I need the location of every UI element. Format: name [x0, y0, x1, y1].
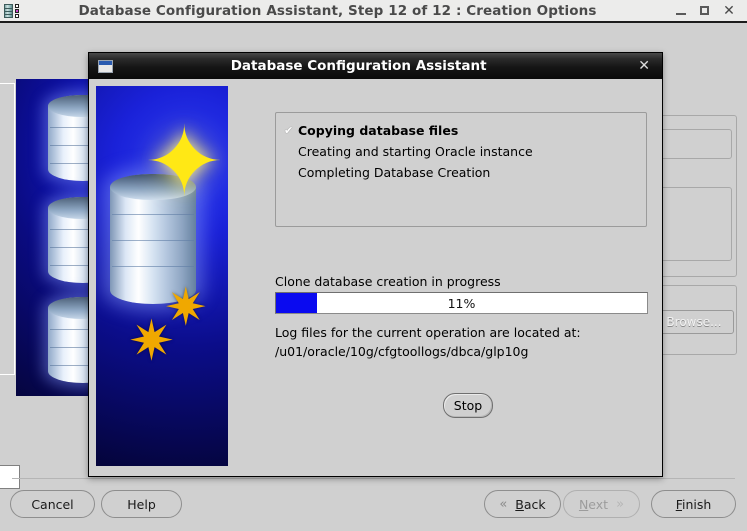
cancel-button-label: Cancel	[31, 496, 74, 512]
next-button: Next »	[563, 490, 640, 518]
main-button-bar: Cancel Help « Back Next » Finish	[0, 485, 747, 531]
task-list: ✔ Copying database files Creating and st…	[275, 112, 647, 227]
main-window-titlebar[interactable]: Database Configuration Assistant, Step 1…	[0, 0, 747, 21]
task-label: Copying database files	[298, 123, 459, 138]
chevron-right-double-icon: »	[616, 496, 625, 512]
task-list-item: Creating and starting Oracle instance	[284, 141, 636, 162]
main-application-window: Database Configuration Assistant, Step 1…	[0, 0, 747, 531]
main-window-controls: ✕	[675, 4, 735, 18]
database-app-icon	[4, 3, 20, 19]
browse-button[interactable]: Browse...	[654, 310, 734, 334]
help-button-label: Help	[127, 496, 156, 512]
dialog-banner-graphic: ✦ ✷ ✷	[96, 86, 228, 466]
progress-dialog: Database Configuration Assistant ✕ ✦ ✷ ✷…	[88, 52, 663, 477]
stop-button[interactable]: Stop	[443, 393, 493, 418]
stop-button-label: Stop	[453, 398, 483, 413]
dialog-close-icon[interactable]: ✕	[638, 59, 650, 73]
task-label: Creating and starting Oracle instance	[298, 144, 533, 159]
chevron-left-double-icon: «	[499, 496, 508, 512]
close-icon[interactable]: ✕	[723, 4, 735, 18]
log-location-label: Log files for the current operation are …	[275, 325, 581, 340]
maximize-icon[interactable]	[699, 5, 711, 17]
finish-button-label: Finish	[675, 496, 712, 512]
check-icon: ✔	[284, 124, 294, 137]
back-button[interactable]: « Back	[484, 490, 561, 518]
finish-button[interactable]: Finish	[651, 490, 736, 518]
help-button[interactable]: Help	[101, 490, 182, 518]
dialog-titlebar[interactable]: Database Configuration Assistant ✕	[89, 53, 662, 80]
progress-caption: Clone database creation in progress	[275, 274, 501, 289]
progress-bar-label: 11%	[447, 295, 476, 311]
dialog-body: ✦ ✷ ✷ ✔ Copying database files Creating …	[89, 79, 662, 476]
back-button-label: Back	[515, 496, 546, 512]
next-button-label: Next	[578, 496, 609, 512]
task-label: Completing Database Creation	[298, 165, 491, 180]
main-window-title: Database Configuration Assistant, Step 1…	[78, 2, 597, 19]
minimize-icon[interactable]	[675, 5, 687, 17]
task-list-item: Completing Database Creation	[284, 162, 636, 183]
progress-bar: 11%	[275, 292, 648, 314]
background-field-outline	[0, 83, 15, 375]
star-icon: ✦	[144, 106, 225, 218]
window-icon	[98, 59, 113, 73]
cancel-button[interactable]: Cancel	[10, 490, 95, 518]
button-bar-separator	[12, 478, 735, 479]
gear-icon-small: ✷	[128, 309, 175, 374]
dialog-title: Database Configuration Assistant	[230, 58, 487, 74]
task-list-item: ✔ Copying database files	[284, 120, 636, 141]
log-location-path: /u01/oracle/10g/cfgtoollogs/dbca/glp10g	[275, 344, 529, 359]
